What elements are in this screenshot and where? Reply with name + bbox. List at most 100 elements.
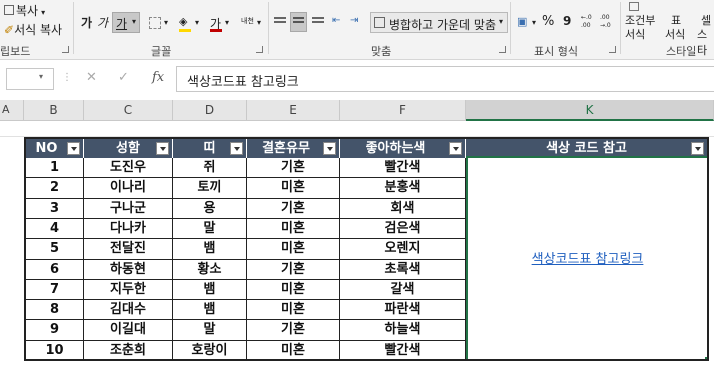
cell-marital[interactable]: 미혼 <box>247 178 340 199</box>
font-launcher-icon[interactable] <box>256 46 263 53</box>
insert-function-icon[interactable]: fx <box>152 70 164 85</box>
cell-no[interactable]: 6 <box>26 260 84 280</box>
accounting-format-button[interactable]: ▣ ▾ <box>514 13 540 33</box>
cell-marital[interactable]: 기혼 <box>247 158 340 178</box>
cell-zodiac[interactable]: 뱀 <box>173 300 247 320</box>
cell-color[interactable]: 빨간색 <box>340 158 466 178</box>
cell-no[interactable]: 5 <box>26 239 84 260</box>
cell-no[interactable]: 4 <box>26 219 84 239</box>
cell-name[interactable]: 하동현 <box>84 260 173 280</box>
filter-dropdown-icon[interactable] <box>449 142 462 155</box>
conditional-formatting-button[interactable]: 조건부 서식 <box>622 0 658 41</box>
header-zodiac[interactable]: 띠 <box>173 139 247 158</box>
cell-color[interactable]: 초록색 <box>340 260 466 280</box>
header-name[interactable]: 성함 <box>84 139 173 158</box>
align-left-icon[interactable] <box>273 13 289 31</box>
increase-indent-icon[interactable]: ⇥ <box>348 13 364 31</box>
cell-styles-button[interactable]: 셀 스타 <box>696 0 714 57</box>
cell-name[interactable]: 전달진 <box>84 239 173 260</box>
cell-color[interactable]: 검은색 <box>340 219 466 239</box>
font-color-button[interactable]: 가 ▾ <box>207 13 233 33</box>
cell-zodiac[interactable]: 말 <box>173 219 247 239</box>
align-right-icon[interactable] <box>308 13 324 31</box>
cell-color[interactable]: 오렌지 <box>340 239 466 260</box>
alignment-launcher-icon[interactable] <box>499 46 506 53</box>
percent-button[interactable]: % <box>541 13 555 33</box>
cell-no[interactable]: 3 <box>26 199 84 219</box>
filter-dropdown-icon[interactable] <box>323 142 336 155</box>
cell-zodiac[interactable]: 뱀 <box>173 280 247 300</box>
cell-marital[interactable]: 미혼 <box>247 300 340 320</box>
cell-name[interactable]: 지두한 <box>84 280 173 300</box>
italic-button[interactable]: 가 <box>96 13 110 33</box>
column-header-b[interactable]: B <box>24 100 84 121</box>
enter-icon[interactable]: ✓ <box>118 70 129 85</box>
cell-color[interactable]: 회색 <box>340 199 466 219</box>
column-header-e[interactable]: E <box>247 100 340 121</box>
format-as-table-button[interactable]: 표 서식 <box>664 0 696 41</box>
comma-style-button[interactable]: 9 <box>562 13 572 33</box>
cell-zodiac[interactable]: 말 <box>173 320 247 341</box>
clipboard-launcher-icon[interactable] <box>62 46 69 53</box>
header-color[interactable]: 좋아하는색 <box>340 139 466 158</box>
underline-button[interactable]: 가 ▾ <box>112 12 140 33</box>
cell-zodiac[interactable]: 황소 <box>173 260 247 280</box>
merged-cell-k[interactable]: 색상코드표 참고링크 <box>466 156 709 361</box>
header-no[interactable]: NO <box>26 139 84 158</box>
cell-no[interactable]: 9 <box>26 320 84 341</box>
column-header-k[interactable]: K <box>466 100 714 121</box>
column-header-c[interactable]: C <box>84 100 173 121</box>
cell-no[interactable]: 7 <box>26 280 84 300</box>
cell-name[interactable]: 구나군 <box>84 199 173 219</box>
color-code-link[interactable]: 색상코드표 참고링크 <box>468 248 707 267</box>
decrease-indent-icon[interactable]: ⇤ <box>330 13 346 31</box>
header-marital[interactable]: 결혼유무 <box>247 139 340 158</box>
number-launcher-icon[interactable] <box>609 46 616 53</box>
cell-no[interactable]: 2 <box>26 178 84 199</box>
cell-marital[interactable]: 기혼 <box>247 199 340 219</box>
cell-name[interactable]: 이나리 <box>84 178 173 199</box>
fill-handle[interactable] <box>704 356 710 362</box>
cell-color[interactable]: 분홍색 <box>340 178 466 199</box>
cell-marital[interactable]: 미혼 <box>247 280 340 300</box>
column-header-f[interactable]: F <box>340 100 466 121</box>
cell-color[interactable]: 하늘색 <box>340 320 466 341</box>
cell-no[interactable]: 1 <box>26 158 84 178</box>
cell-no[interactable]: 10 <box>26 341 84 361</box>
cell-name[interactable]: 조춘희 <box>84 341 173 361</box>
cell-zodiac[interactable]: 뱀 <box>173 239 247 260</box>
cell-marital[interactable]: 미혼 <box>247 341 340 361</box>
filter-dropdown-icon[interactable] <box>230 142 243 155</box>
cell-zodiac[interactable]: 호랑이 <box>173 341 247 361</box>
align-center-icon[interactable] <box>290 12 307 32</box>
filter-dropdown-icon[interactable] <box>156 142 169 155</box>
format-painter-button[interactable]: ✐서식 복사 <box>4 21 62 38</box>
cell-name[interactable]: 김대수 <box>84 300 173 320</box>
bold-button[interactable]: 가 <box>80 13 94 33</box>
decrease-decimal-icon[interactable]: .00 →.0 <box>599 13 616 33</box>
cell-marital[interactable]: 미혼 <box>247 239 340 260</box>
fill-color-button[interactable]: ◈ ▾ <box>176 13 204 33</box>
cell-zodiac[interactable]: 쥐 <box>173 158 247 178</box>
name-box[interactable]: ▾ <box>6 68 54 90</box>
cell-color[interactable]: 파란색 <box>340 300 466 320</box>
merge-center-button[interactable]: 병합하고 가운데 맞춤 ▾ <box>370 12 508 33</box>
cell-zodiac[interactable]: 용 <box>173 199 247 219</box>
formula-input[interactable]: 색상코드표 참고링크 <box>176 66 714 92</box>
filter-dropdown-icon[interactable] <box>67 142 80 155</box>
cell-zodiac[interactable]: 토끼 <box>173 178 247 199</box>
column-header-d[interactable]: D <box>173 100 247 121</box>
cancel-icon[interactable]: ✕ <box>86 70 97 85</box>
cell-name[interactable]: 다나카 <box>84 219 173 239</box>
filter-dropdown-icon[interactable] <box>691 142 704 155</box>
cell-name[interactable]: 이길대 <box>84 320 173 341</box>
cell-marital[interactable]: 미혼 <box>247 219 340 239</box>
cell-marital[interactable]: 기혼 <box>247 320 340 341</box>
copy-button[interactable]: 복사 ▾ <box>4 2 45 19</box>
phonetic-guide-button[interactable]: 내천 ▾ <box>238 13 264 33</box>
cell-marital[interactable]: 기혼 <box>247 260 340 280</box>
cell-no[interactable]: 8 <box>26 300 84 320</box>
borders-button[interactable]: ▾ <box>146 13 172 33</box>
increase-decimal-icon[interactable]: ←.0.00 <box>580 13 597 33</box>
column-header-a[interactable]: A <box>0 100 24 121</box>
